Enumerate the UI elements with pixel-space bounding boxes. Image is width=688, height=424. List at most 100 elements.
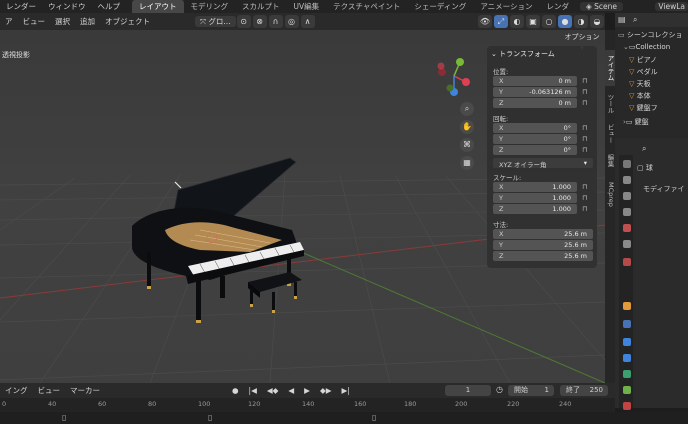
orientation-dropdown[interactable]: ⤧ グロ... bbox=[195, 16, 236, 27]
particles-icon[interactable] bbox=[623, 338, 631, 346]
tab-layout[interactable]: レイアウト bbox=[132, 0, 184, 13]
render-icon[interactable] bbox=[623, 176, 631, 184]
search-icon[interactable]: ⌕ bbox=[633, 15, 637, 25]
grid-view-icon[interactable]: ▦ bbox=[460, 156, 474, 170]
object-name[interactable]: ▢ 球 bbox=[637, 163, 653, 173]
menu-playback[interactable]: イング bbox=[0, 385, 33, 396]
shading-rendered-icon[interactable]: ◒ bbox=[590, 15, 604, 28]
lock-icon[interactable]: ⊓ bbox=[582, 88, 590, 96]
lock-icon[interactable]: ⊓ bbox=[582, 77, 590, 85]
tab-texture-paint[interactable]: テクスチャペイント bbox=[326, 0, 407, 13]
lock-icon[interactable]: ⊓ bbox=[582, 124, 590, 132]
pivot-icon[interactable]: ⊙ bbox=[236, 15, 251, 28]
next-keyframe-icon[interactable]: ◆▶ bbox=[315, 386, 337, 395]
search-icon[interactable]: ⌕ bbox=[642, 144, 646, 154]
object-icon[interactable] bbox=[623, 302, 631, 310]
shading-material-icon[interactable]: ◑ bbox=[574, 15, 588, 28]
lock-icon[interactable]: ⊓ bbox=[582, 205, 590, 213]
lock-icon[interactable]: ⊓ bbox=[582, 194, 590, 202]
location-y-field[interactable]: Y -0.063126 m bbox=[493, 87, 577, 97]
tool-icon[interactable] bbox=[623, 160, 631, 168]
play-icon[interactable]: ▶ bbox=[299, 386, 315, 395]
jump-start-icon[interactable]: |◀ bbox=[244, 386, 262, 395]
outliner-filter-icon[interactable]: ▤ bbox=[618, 15, 626, 24]
prev-keyframe-icon[interactable]: ◀◆ bbox=[262, 386, 284, 395]
dimensions-y-field[interactable]: Y 25.6 m bbox=[493, 240, 593, 250]
list-item[interactable]: ▽ ピアノ bbox=[615, 55, 688, 67]
dimensions-x-field[interactable]: X 25.6 m bbox=[493, 229, 593, 239]
zoom-icon[interactable]: ⌕ bbox=[460, 102, 474, 116]
view-layer-selector[interactable]: ViewLa bbox=[655, 2, 688, 11]
constraints-icon[interactable] bbox=[623, 370, 631, 378]
list-item[interactable]: ›▭ 鍵盤 bbox=[615, 117, 688, 129]
tab-mcprep[interactable]: MCprep bbox=[605, 174, 615, 214]
record-icon[interactable]: ● bbox=[227, 386, 244, 395]
overlay-icon[interactable]: ◐ bbox=[510, 15, 524, 28]
snap-icon[interactable]: ⊗ bbox=[252, 15, 267, 28]
tab-tool[interactable]: ツール bbox=[605, 90, 615, 118]
tab-shading[interactable]: シェーディング bbox=[407, 0, 473, 13]
list-item[interactable]: ▽ 天板 bbox=[615, 79, 688, 91]
hand-pan-icon[interactable]: ✋ bbox=[460, 120, 474, 134]
menu-select[interactable]: 選択 bbox=[50, 16, 75, 27]
scene-icon[interactable] bbox=[623, 224, 631, 232]
lock-icon[interactable]: ⊓ bbox=[582, 135, 590, 143]
mode-dropdown[interactable]: ア bbox=[0, 16, 18, 27]
tab-modeling[interactable]: モデリング bbox=[184, 0, 236, 13]
lock-icon[interactable]: ⊓ bbox=[582, 99, 590, 107]
gizmo-icon[interactable]: ⤢ bbox=[494, 15, 508, 28]
material-icon[interactable] bbox=[623, 402, 631, 410]
scale-z-field[interactable]: Z 1.000 bbox=[493, 204, 577, 214]
scene-selector[interactable]: ◈ Scene bbox=[580, 2, 624, 11]
lock-icon[interactable]: ⊓ bbox=[582, 183, 590, 191]
shading-solid-icon[interactable]: ● bbox=[558, 15, 572, 28]
current-frame-field[interactable]: 1 bbox=[445, 385, 491, 396]
output-icon[interactable] bbox=[623, 192, 631, 200]
tab-render[interactable]: レンダ bbox=[540, 0, 577, 13]
tab-edit[interactable]: 編集 bbox=[605, 150, 615, 170]
navigation-gizmo[interactable] bbox=[430, 52, 478, 100]
timeline-ruler[interactable]: 0 40 60 80 100 120 140 160 180 200 220 2… bbox=[0, 398, 615, 412]
clock-icon[interactable]: ◷ bbox=[496, 385, 503, 394]
xray-icon[interactable]: ▣ bbox=[526, 15, 540, 28]
menu-view[interactable]: ビュー bbox=[33, 385, 66, 396]
collection-icon[interactable] bbox=[623, 258, 631, 266]
world-icon[interactable] bbox=[623, 240, 631, 248]
lock-icon[interactable]: ⊓ bbox=[582, 146, 590, 154]
selectability-icon[interactable]: 👁 bbox=[478, 15, 492, 28]
menu-help[interactable]: ヘルプ bbox=[92, 1, 127, 12]
panel-title[interactable]: ⌄ トランスフォーム bbox=[491, 49, 555, 59]
tab-uv[interactable]: UV編集 bbox=[287, 0, 327, 13]
menu-window[interactable]: ウィンドウ bbox=[42, 1, 92, 12]
tab-item[interactable]: アイテム bbox=[605, 50, 615, 86]
play-reverse-icon[interactable]: ◀ bbox=[283, 386, 299, 395]
rotation-y-field[interactable]: Y 0° bbox=[493, 134, 577, 144]
tab-animation[interactable]: アニメーション bbox=[473, 0, 539, 13]
camera-view-icon[interactable]: ⌘ bbox=[460, 138, 474, 152]
tab-sculpt[interactable]: スカルプト bbox=[235, 0, 287, 13]
menu-add[interactable]: 追加 bbox=[75, 16, 100, 27]
menu-marker[interactable]: マーカー bbox=[65, 385, 105, 396]
end-frame-field[interactable]: 終了 250 bbox=[560, 385, 608, 396]
falloff-icon[interactable]: ∧ bbox=[300, 15, 315, 28]
location-z-field[interactable]: Z0 m bbox=[493, 98, 577, 108]
tab-view[interactable]: ビュー bbox=[605, 122, 615, 146]
list-item[interactable]: ▽ ペダル bbox=[615, 67, 688, 79]
physics-icon[interactable] bbox=[623, 354, 631, 362]
rotation-x-field[interactable]: X 0° bbox=[493, 123, 577, 133]
rotation-z-field[interactable]: Z 0° bbox=[493, 145, 577, 155]
magnet-icon[interactable]: ∩ bbox=[268, 15, 283, 28]
dimensions-z-field[interactable]: Z 25.6 m bbox=[493, 251, 593, 261]
scale-y-field[interactable]: Y 1.000 bbox=[493, 193, 577, 203]
view-layer-icon[interactable] bbox=[623, 208, 631, 216]
data-icon[interactable] bbox=[623, 386, 631, 394]
location-x-field[interactable]: X0 m bbox=[493, 76, 577, 86]
outliner-collection[interactable]: ⌄▭Collection bbox=[615, 43, 688, 55]
proportional-edit-icon[interactable]: ◎ bbox=[284, 15, 299, 28]
scale-x-field[interactable]: X 1.000 bbox=[493, 182, 577, 192]
menu-view[interactable]: ビュー bbox=[18, 16, 51, 27]
menu-object[interactable]: オブジェクト bbox=[100, 16, 155, 27]
outliner-scene-collection[interactable]: ▭ シーンコレクショ bbox=[615, 30, 688, 42]
start-frame-field[interactable]: 開始 1 bbox=[508, 385, 554, 396]
menu-render[interactable]: レンダー bbox=[0, 1, 42, 12]
